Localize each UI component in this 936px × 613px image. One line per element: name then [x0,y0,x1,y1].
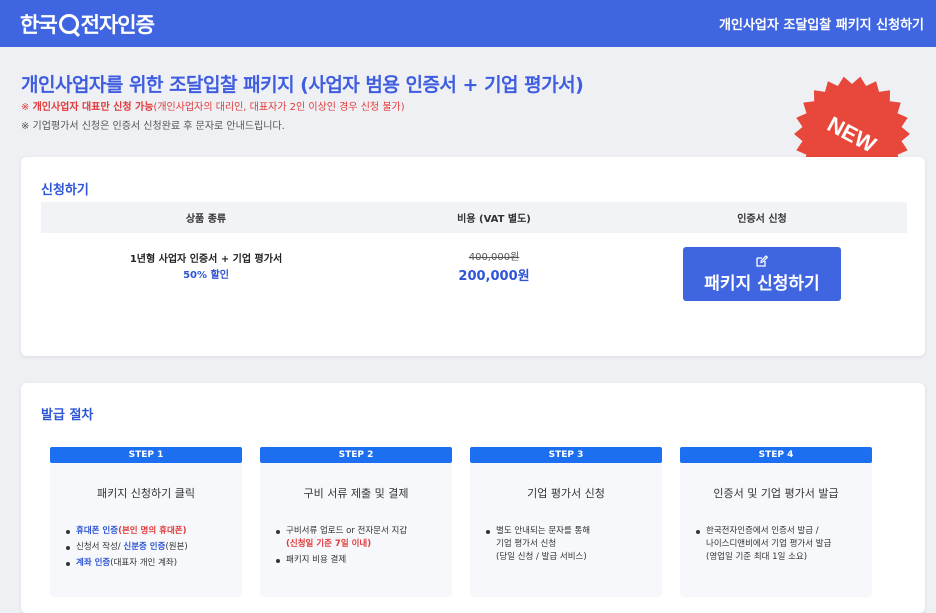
step-title: 구비 서류 제출 및 결제 [303,487,409,500]
apply-button-label: 패키지 신청하기 [704,273,820,294]
page-title: 개인사업자를 위한 조달입찰 패키지 (사업자 범용 인증서 + 기업 평가서) [21,74,584,96]
notice-detail: (개인사업자의 대리인, 대표자가 2인 이상인 경우 신청 불가) [153,102,405,113]
column-header-price: 비용 (VAT 별도) [457,214,531,225]
step-title: 기업 평가서 신청 [527,487,605,500]
column-header-apply: 인증서 신청 [737,214,787,225]
step-detail-text: 계좌 인증 [76,558,111,569]
step-detail-item: 구비서류 업로드 or 전자문서 지갑 (신청일 기준 7일 이내) [274,525,452,551]
step-detail-item: 휴대폰 인증(본인 명의 휴대폰) [64,525,242,538]
procedure-step-1: STEP 1 패키지 신청하기 클릭휴대폰 인증(본인 명의 휴대폰) 신청서 작성… [50,447,242,597]
column-header-product: 상품 종류 [185,214,227,225]
header-title: 개인사업자 조달입찰 패키지 신청하기 [719,18,924,33]
step-title: 인증서 및 기업 평가서 발급 [713,487,839,500]
step-detail-item: 계좌 인증(대표자 개인 계좌) [64,557,242,570]
procedure-step-4: STEP 4 인증서 및 기업 평가서 발급한국전자인증에서 인증서 발급 / 나이… [680,447,872,597]
step-detail-list: 한국전자인증에서 인증서 발급 / 나이스디앤비에서 기업 평가서 발급 (영업일 … [694,525,872,568]
step-detail-text: (신청일 기준 7일 이내) [286,539,372,550]
step-detail-text: (대표자 개인 계좌) [110,558,178,569]
procedure-section-title: 발급 절차 [41,408,94,423]
step-detail-text: 휴대폰 인증 [76,526,119,536]
notice-prefix: ※ [21,102,33,113]
step-detail-text: 별도 안내되는 문자를 통해 [496,526,591,536]
product-name: 1년형 사업자 인증서 + 기업 평가서 [129,254,283,265]
procedure-step-2: STEP 2 구비 서류 제출 및 결제구비서류 업로드 or 전자문서 지갑 (신… [260,447,452,597]
step-tag: STEP 1 [50,447,242,463]
step-detail-list: 구비서류 업로드 or 전자문서 지갑 (신청일 기준 7일 이내) 패키지 비용 … [274,525,452,571]
step-detail-text: (본인 명의 휴대폰) [118,526,187,536]
step-detail-text: 패키지 비용 결제 [286,555,347,566]
step-tag: STEP 4 [680,447,872,463]
table-header: 상품 종류 비용 (VAT 별도) 인증서 신청 [41,202,907,233]
step-detail-text: 구비서류 업로드 or 전자문서 지갑 [286,526,408,536]
step-tag: STEP 2 [260,447,452,463]
eligibility-notice: ※ 개인사업자 대표만 신청 가능(개인사업자의 대리인, 대표자가 2인 이상… [21,98,405,113]
notice-strong: 개인사업자 대표만 신청 가능 [32,102,154,113]
discounted-price: 200,000원 [458,269,530,284]
apply-package-button[interactable]: 패키지 신청하기 [683,247,841,301]
discount-label: 50% 할인 [183,270,229,281]
step-detail-text: 한국전자인증에서 인증서 발급 / [706,526,819,536]
original-price: 400,000원 [468,252,520,263]
step-detail-text: 나이스디앤비에서 기업 평가서 발급 [706,539,832,550]
top-navigation-bar: 한국 전자인증 개인사업자 조달입찰 패키지 신청하기 [0,0,936,47]
step-detail-text: (당일 신청 / 발급 서비스) [496,552,587,563]
edit-icon [756,254,768,267]
brand-logo[interactable]: 한국 전자인증 [20,9,155,39]
step-tag: STEP 3 [470,447,662,463]
step-detail-list: 휴대폰 인증(본인 명의 휴대폰) 신청서 작성/ 신분증 인증(원본) 계좌 인증… [64,525,242,574]
step-detail-item: 패키지 비용 결제 [274,554,452,567]
step-detail-text: 신청서 작성/ [76,542,124,553]
procedure-section: 발급 절차 STEP 1 패키지 신청하기 클릭휴대폰 인증(본인 명의 휴대폰)… [21,383,925,613]
apply-section: 신청하기 상품 종류 비용 (VAT 별도) 인증서 신청 1년형 사업자 인증… [21,157,925,356]
logo-text-right: 전자인증 [80,12,155,37]
procedure-step-3: STEP 3 기업 평가서 신청 별도 안내되는 문자를 통해 기업 평가서 신청 (당… [470,447,662,597]
step-detail-text: 기업 평가서 신청 [496,539,557,550]
step-title: 패키지 신청하기 클릭 [96,487,196,500]
evaluation-notice: ※ 기업평가서 신청은 인증서 신청완료 후 문자로 안내드립니다. [21,121,285,132]
step-detail-item: 한국전자인증에서 인증서 발급 / 나이스디앤비에서 기업 평가서 발급 (영업일 … [694,525,872,565]
step-detail-list: 별도 안내되는 문자를 통해기업 평가서 신청 (당일 신청 / 발급 서비스) [484,525,662,568]
logo-mark-icon [58,13,79,34]
step-detail-item: 별도 안내되는 문자를 통해기업 평가서 신청 (당일 신청 / 발급 서비스) [484,525,662,565]
step-detail-text: (영업일 기준 최대 1일 소요) [706,552,808,563]
step-detail-text: 신분증 인증 [123,542,166,553]
step-detail-text: (원본) [165,542,188,553]
step-detail-item: 신청서 작성/ 신분증 인증(원본) [64,541,242,554]
logo-text-left: 한국 [20,12,58,37]
apply-section-title: 신청하기 [41,183,89,198]
